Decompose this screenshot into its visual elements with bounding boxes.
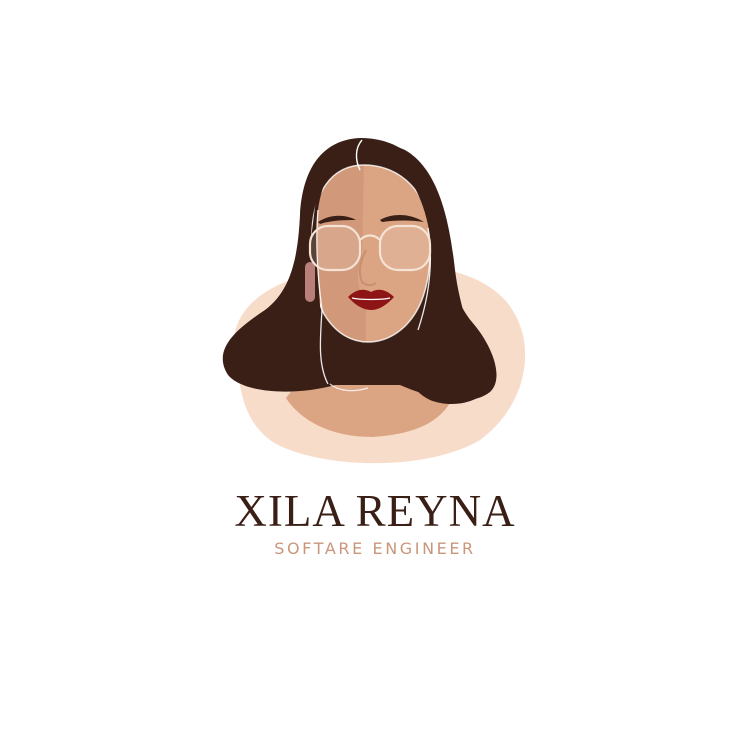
glasses-lens-right [381, 227, 429, 269]
woman-portrait-icon [222, 138, 526, 464]
logo-name: XILA REYNA [234, 486, 516, 536]
glasses-lens-left [311, 227, 359, 269]
logo-title: SOFTARE ENGINEER [274, 539, 476, 558]
earring [305, 262, 315, 302]
logo-canvas: XILA REYNA SOFTARE ENGINEER [0, 0, 750, 750]
